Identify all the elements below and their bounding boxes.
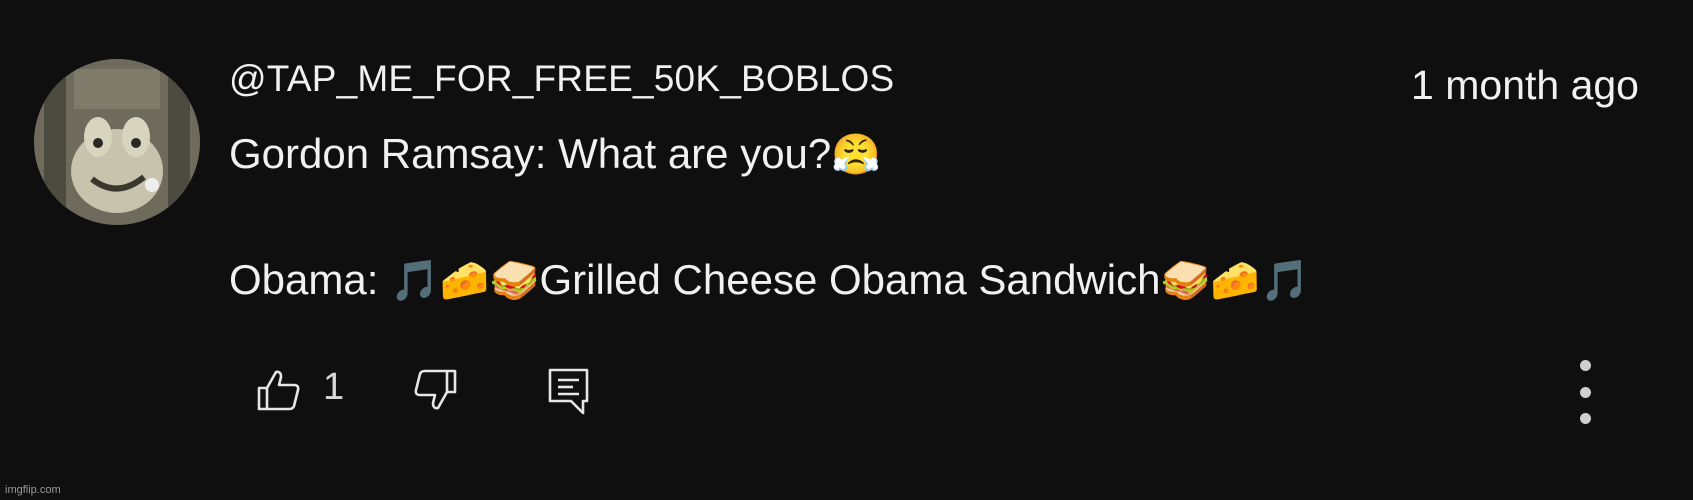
vertical-ellipsis-icon (1579, 386, 1591, 398)
vertical-ellipsis-icon (1579, 413, 1591, 424)
reply-button[interactable] (544, 365, 594, 419)
comment-timestamp[interactable]: 1 month ago (1411, 62, 1639, 109)
avatar-image (34, 59, 200, 225)
comment-author[interactable]: @TAP_ME_FOR_FREE_50K_BOBLOS (229, 58, 894, 100)
like-count: 1 (323, 366, 345, 408)
music-cheese-sandwich-emoji: 🎵🧀🥪 (390, 258, 540, 304)
thumbs-up-icon (257, 370, 300, 411)
comment-text: Gordon Ramsay: What are you? (229, 130, 832, 177)
thumbs-down-icon (414, 369, 457, 410)
watermark: imgflip.com (5, 484, 61, 496)
sandwich-cheese-music-emoji: 🥪🧀🎵 (1160, 258, 1310, 304)
face-with-steam-emoji: 😤 (831, 132, 882, 178)
comment-text-line-2: Obama: 🎵🧀🥪Grilled Cheese Obama Sandwich🥪… (229, 256, 1310, 304)
vertical-ellipsis-icon (1579, 360, 1591, 371)
comment-text-line-1: Gordon Ramsay: What are you?😤 (229, 130, 881, 178)
comment-text: Grilled Cheese Obama Sandwich (539, 256, 1161, 303)
reply-comment-icon (548, 368, 589, 415)
avatar[interactable] (34, 59, 200, 225)
like-button[interactable] (254, 365, 304, 415)
comment-text-prefix: Obama: (229, 256, 391, 303)
dislike-button[interactable] (410, 365, 460, 415)
more-options-button[interactable] (1570, 360, 1600, 424)
